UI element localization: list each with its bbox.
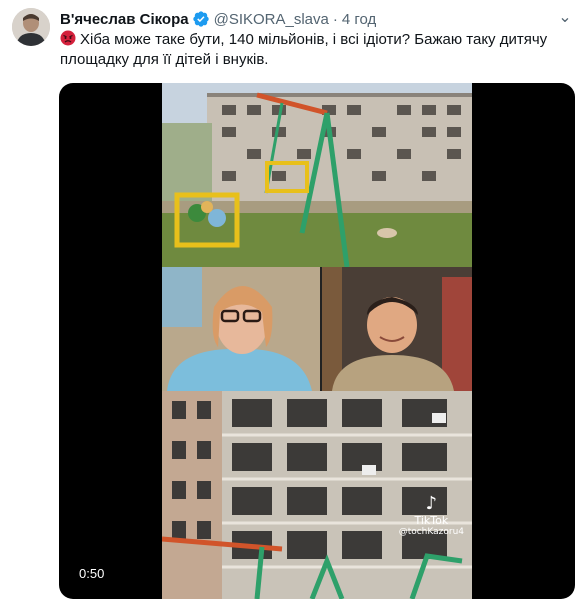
tiktok-watermark: ♪ TikTok @tochKazoru4 [398, 493, 464, 538]
playground-ruins-image [162, 83, 472, 268]
tiktok-logo-icon: ♪ [425, 493, 438, 514]
verified-badge-icon [192, 10, 210, 28]
video-player[interactable]: ♪ TikTok @tochKazoru4 0:50 [59, 83, 575, 599]
video-duration: 0:50 [73, 564, 111, 583]
angry-face-icon [60, 30, 76, 46]
avatar[interactable] [12, 8, 50, 46]
tweet-header: В'ячеслав Сікора @SIKORA_slava · 4 год [60, 9, 376, 29]
tiktok-username: @tochKazoru4 [398, 527, 464, 537]
tweet-text-container: Хіба може таке бути, 140 мільйонів, і вс… [60, 30, 570, 70]
video-call-image [162, 267, 472, 391]
separator-dot: · [332, 10, 338, 28]
author-name[interactable]: В'ячеслав Сікора [60, 11, 189, 28]
video-frame[interactable]: ♪ TikTok @tochKazoru4 [162, 83, 472, 599]
tiktok-label: TikTok [414, 514, 449, 527]
tweet-text: Хіба може таке бути, 140 мільйонів, і вс… [60, 31, 548, 68]
more-icon[interactable]: ⌄ [555, 8, 575, 28]
tweet[interactable]: В'ячеслав Сікора @SIKORA_slava · 4 год ⌄… [0, 0, 587, 608]
timestamp[interactable]: 4 год [342, 11, 376, 28]
author-handle[interactable]: @SIKORA_slava [214, 11, 329, 28]
